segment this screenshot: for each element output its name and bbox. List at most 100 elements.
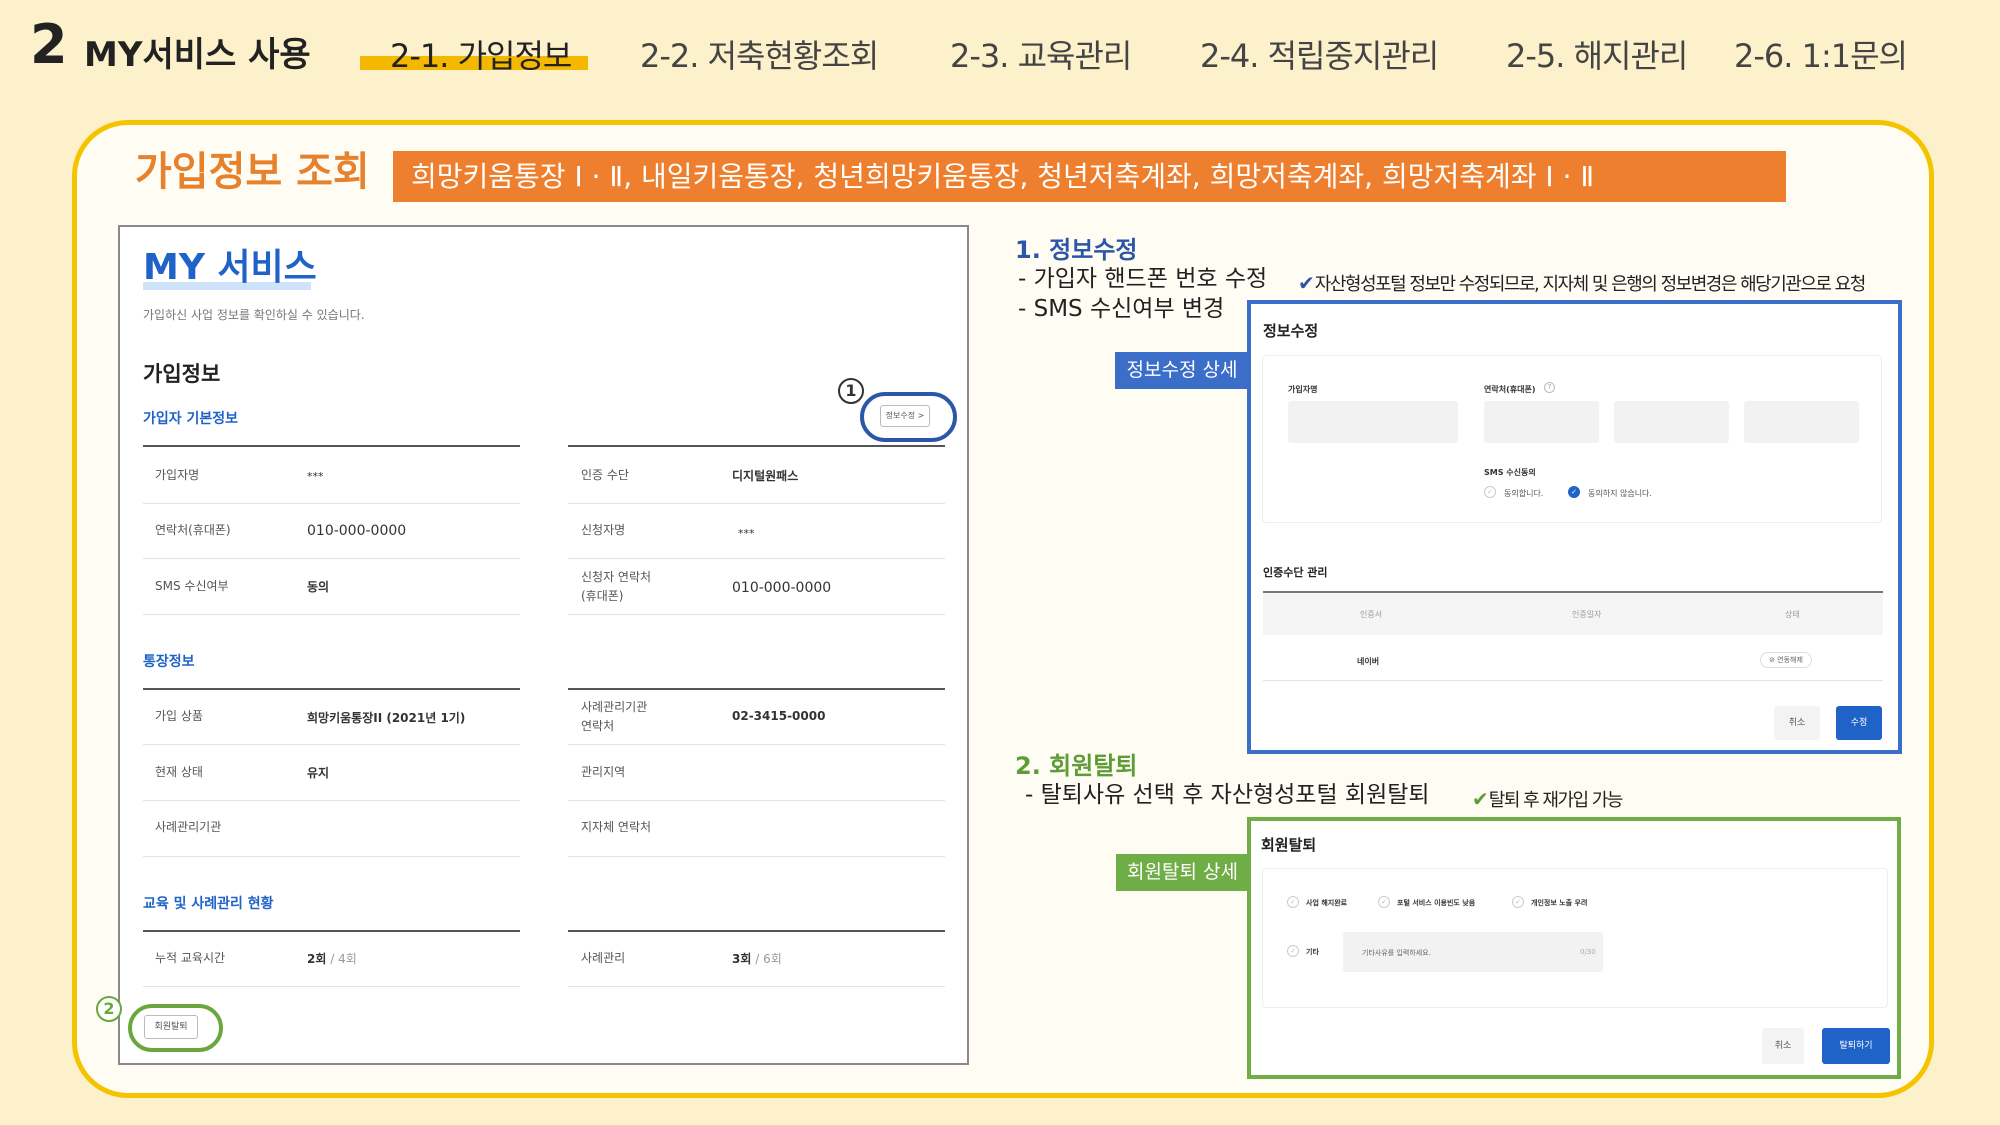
- row-divider: [568, 614, 945, 615]
- row-divider: [143, 800, 520, 801]
- row-divider: [568, 856, 945, 857]
- auth-col-status: 상태: [1785, 610, 1800, 619]
- table-top-line: [568, 445, 945, 447]
- reason2-radio[interactable]: ✓: [1378, 896, 1390, 908]
- nav-education[interactable]: 2-3. 교육관리: [950, 40, 1132, 72]
- nav-join-info[interactable]: 2-1. 가입정보: [390, 40, 572, 72]
- phone-field-1[interactable]: [1484, 401, 1599, 443]
- phone-field-2[interactable]: [1614, 401, 1729, 443]
- phone-label: 연락처(휴대폰): [1484, 385, 1536, 394]
- table-top-line: [143, 445, 520, 447]
- row-label: 가입 상품: [155, 709, 203, 723]
- row-divider: [568, 986, 945, 987]
- row-value: 동의: [307, 580, 330, 594]
- sms-disagree-radio[interactable]: ✓: [1568, 486, 1580, 498]
- withdraw-line1: - 탈퇴사유 선택 후 자산형성포털 회원탈퇴: [1025, 782, 1430, 808]
- row-label: 신청자 연락처: [581, 570, 652, 584]
- reason1-radio[interactable]: ✓: [1287, 896, 1299, 908]
- unlink-button[interactable]: ⊘ 연동해제: [1760, 652, 1812, 668]
- auth-row-divider: [1263, 680, 1883, 681]
- withdraw-submit-button[interactable]: 탈퇴하기: [1822, 1028, 1890, 1064]
- info-edit-tag: 정보수정 상세: [1115, 352, 1249, 389]
- row-value: 디지털원패스: [732, 469, 799, 483]
- auth-title: 인증수단 관리: [1263, 566, 1328, 579]
- info-edit-line2: - SMS 수신여부 변경: [1018, 296, 1225, 322]
- edit-submit-button[interactable]: 수정: [1836, 706, 1882, 740]
- withdraw-title: 2. 회원탈퇴: [1015, 752, 1138, 780]
- table-top-line: [568, 688, 945, 690]
- marker-2: 2: [96, 996, 122, 1022]
- withdraw-cancel-button[interactable]: 취소: [1762, 1028, 1804, 1064]
- table-top-line: [143, 688, 520, 690]
- withdraw-panel-title: 회원탈퇴: [1261, 836, 1317, 854]
- info-edit-note: ✔자산형성포털 정보만 수정되므로, 지자체 및 은행의 정보변경은 해당기관으…: [1298, 271, 1866, 295]
- row-value: 희망키움통장II (2021년 1기): [307, 711, 466, 725]
- nav-savings-status[interactable]: 2-2. 저축현황조회: [640, 40, 879, 72]
- check-icon: ✔: [1472, 787, 1489, 811]
- row-label: 지자체 연락처: [581, 820, 652, 834]
- row-label: 인증 수단: [581, 468, 629, 482]
- sms-disagree-label: 동의하지 않습니다.: [1588, 489, 1652, 498]
- row-label: 사례관리기관: [581, 700, 648, 714]
- row-divider: [568, 800, 945, 801]
- row-divider: [143, 614, 520, 615]
- my-service-screen: [118, 225, 969, 1065]
- page-title: 가입정보 조회: [135, 149, 370, 195]
- reason3-label: 개인정보 노출 우려: [1531, 899, 1588, 907]
- row-label: 누적 교육시간: [155, 951, 226, 965]
- sms-agree-label: 동의합니다.: [1504, 489, 1544, 498]
- section-number: 2: [30, 13, 68, 76]
- row-divider: [568, 503, 945, 504]
- nav-suspension[interactable]: 2-4. 적립중지관리: [1200, 40, 1439, 72]
- screen-description: 가입하신 사업 정보를 확인하실 수 있습니다.: [143, 308, 365, 322]
- education-title: 교육 및 사례관리 현황: [143, 896, 274, 912]
- education-count: 2회: [307, 952, 327, 966]
- account-info-title: 통장정보: [143, 654, 195, 670]
- education-total: / 4회: [326, 952, 357, 966]
- check-icon: ✔: [1298, 271, 1315, 295]
- name-label: 가입자명: [1288, 385, 1318, 394]
- edit-cancel-button[interactable]: 취소: [1774, 706, 1820, 740]
- row-label-2: 연락처: [581, 719, 615, 733]
- row-divider: [143, 986, 520, 987]
- row-value: 010-000-0000: [732, 580, 832, 596]
- section-title: MY서비스 사용: [84, 35, 311, 75]
- reason3-radio[interactable]: ✓: [1512, 896, 1524, 908]
- basic-info-title: 가입자 기본정보: [143, 411, 239, 427]
- name-field[interactable]: [1288, 401, 1458, 443]
- row-label: 사례관리기관: [155, 820, 222, 834]
- screen-heading: 가입정보: [143, 362, 221, 386]
- row-label: 연락처(휴대폰): [155, 523, 231, 537]
- reason1-label: 사업 해지완료: [1306, 899, 1348, 907]
- row-label: 가입자명: [155, 468, 200, 482]
- row-value: 3회 / 6회: [732, 950, 782, 967]
- row-value: 유지: [307, 766, 330, 780]
- reason2-label: 포털 서비스 이용빈도 낮음: [1397, 899, 1476, 907]
- row-value: ***: [738, 527, 755, 540]
- info-edit-panel-title: 정보수정: [1263, 322, 1319, 340]
- phone-field-3[interactable]: [1744, 401, 1859, 443]
- row-value: ***: [307, 470, 324, 483]
- withdraw-tag: 회원탈퇴 상세: [1116, 854, 1249, 891]
- char-counter: 0/30: [1580, 948, 1596, 956]
- nav-termination[interactable]: 2-5. 해지관리: [1506, 40, 1688, 72]
- table-top-line: [143, 930, 520, 932]
- help-icon[interactable]: ?: [1544, 382, 1555, 393]
- info-edit-title: 1. 정보수정: [1015, 236, 1138, 264]
- row-label: SMS 수신여부: [155, 579, 229, 593]
- row-label: 사례관리: [581, 951, 626, 965]
- table-top-line: [568, 930, 945, 932]
- sms-agree-radio[interactable]: ✓: [1484, 486, 1496, 498]
- row-value: 02-3415-0000: [732, 709, 826, 723]
- row-divider: [143, 503, 520, 504]
- nav-inquiry[interactable]: 2-6. 1:1문의: [1734, 40, 1908, 72]
- reason4-label: 기타: [1306, 948, 1319, 956]
- withdraw-note: ✔탈퇴 후 재가입 가능: [1472, 787, 1623, 811]
- row-divider: [568, 558, 945, 559]
- row-label: 관리지역: [581, 765, 626, 779]
- case-total: / 6회: [751, 952, 782, 966]
- other-reason-placeholder: 기타사유를 입력하세요.: [1362, 949, 1431, 957]
- row-divider: [143, 856, 520, 857]
- reason4-radio[interactable]: ✓: [1287, 945, 1299, 957]
- row-value: 010-000-0000: [307, 523, 407, 539]
